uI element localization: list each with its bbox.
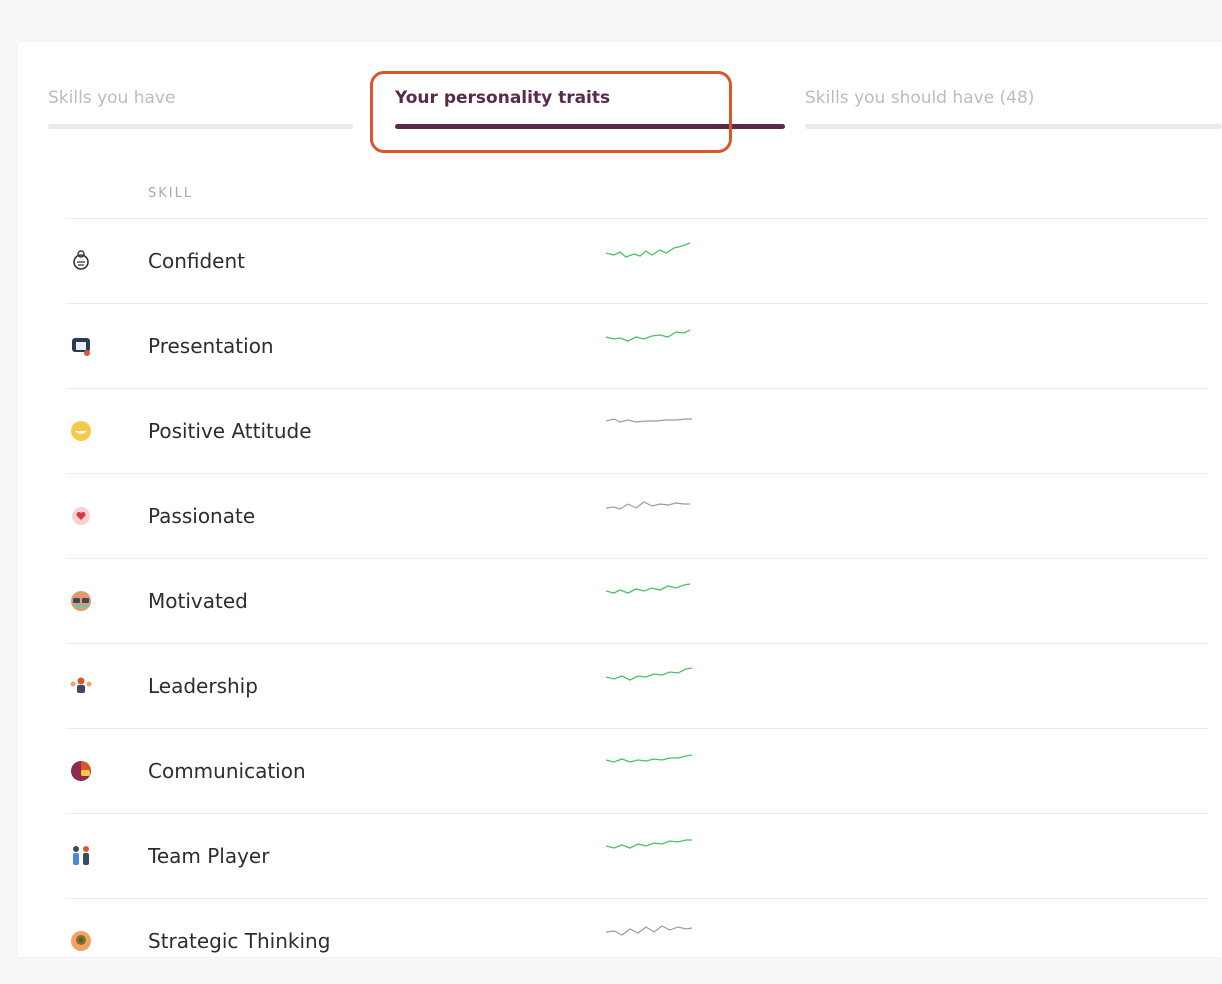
team-player-icon <box>73 846 89 865</box>
skill-name: Confident <box>148 249 245 273</box>
skill-name: Communication <box>148 759 306 783</box>
communication-icon <box>71 761 91 781</box>
table-row[interactable]: Presentation <box>66 303 1208 389</box>
skill-name: Team Player <box>148 844 270 868</box>
column-header-skill: SKILL <box>148 186 194 201</box>
tab-skills-you-should-have[interactable]: Skills you should have (48) <box>805 88 1034 108</box>
trend-sparkline <box>606 839 692 849</box>
trend-sparkline <box>606 501 690 510</box>
skills-card: Skills you have Your personality traits … <box>18 42 1222 957</box>
table-row[interactable]: Motivated <box>66 558 1208 644</box>
table-row[interactable]: Positive Attitude <box>66 388 1208 474</box>
table-row[interactable]: Passionate <box>66 473 1208 559</box>
trend-sparkline <box>606 329 691 342</box>
trend-sparkline <box>606 583 691 594</box>
skill-name: Leadership <box>148 674 258 698</box>
smiley-icon <box>71 421 91 441</box>
motivated-icon <box>71 591 91 611</box>
skill-name: Positive Attitude <box>148 419 312 443</box>
table-row[interactable]: Confident <box>66 218 1208 304</box>
skill-name: Motivated <box>148 589 248 613</box>
trend-sparkline <box>606 418 692 423</box>
skill-name: Passionate <box>148 504 256 528</box>
table-row[interactable]: Communication <box>66 728 1208 814</box>
table-row[interactable]: Strategic Thinking <box>66 898 1208 984</box>
trend-sparkline <box>606 667 693 681</box>
table-row[interactable]: Leadership <box>66 643 1208 729</box>
skill-name: Strategic Thinking <box>148 929 331 953</box>
trend-sparkline <box>606 242 691 258</box>
confident-icon <box>73 250 89 270</box>
strategy-icon <box>71 931 91 951</box>
trend-sparkline <box>606 925 693 936</box>
heart-icon <box>72 507 90 525</box>
tab-skills-you-have[interactable]: Skills you have <box>48 88 175 108</box>
tab-bar: Skills you have Your personality traits … <box>18 42 1222 162</box>
tab-underline-skills-you-have <box>48 124 353 129</box>
trend-sparkline <box>606 754 693 763</box>
table-row[interactable]: Team Player <box>66 813 1208 899</box>
tab-underline-skills-you-should-have <box>805 124 1222 129</box>
skill-name: Presentation <box>148 334 274 358</box>
highlight-annotation <box>370 71 732 153</box>
leadership-icon <box>70 677 92 693</box>
presentation-icon <box>72 338 90 356</box>
